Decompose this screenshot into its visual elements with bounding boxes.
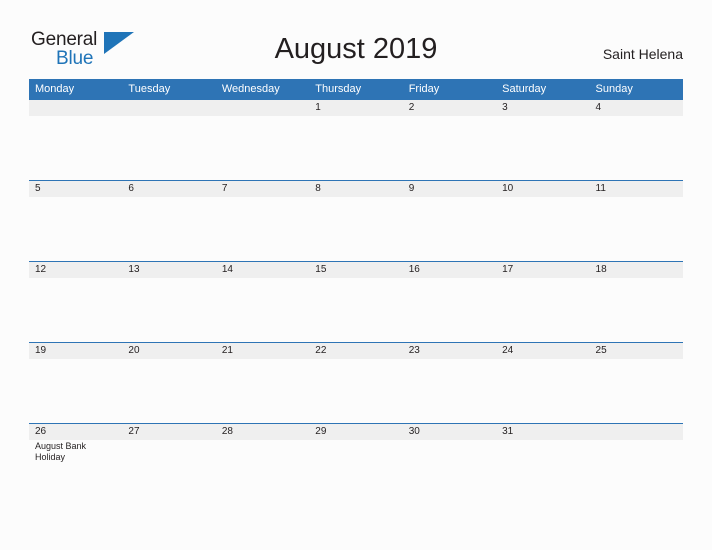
- day-number[interactable]: [122, 100, 215, 116]
- day-number[interactable]: 17: [496, 262, 589, 278]
- day-event: [496, 116, 589, 180]
- day-number[interactable]: 31: [496, 424, 589, 440]
- day-event: [309, 359, 402, 423]
- day-event: [216, 116, 309, 180]
- day-event: [122, 116, 215, 180]
- day-event: [590, 116, 683, 180]
- week-row: 5 6 7 8 9 10 11: [29, 180, 683, 261]
- day-number[interactable]: 23: [403, 343, 496, 359]
- week-date-band: 19 20 21 22 23 24 25: [29, 343, 683, 359]
- week-row: 12 13 14 15 16 17 18: [29, 261, 683, 342]
- day-event: [309, 116, 402, 180]
- day-event: [496, 359, 589, 423]
- week-date-band: 12 13 14 15 16 17 18: [29, 262, 683, 278]
- day-event: [216, 278, 309, 342]
- day-number[interactable]: 18: [590, 262, 683, 278]
- day-event: [122, 359, 215, 423]
- day-number[interactable]: 19: [29, 343, 122, 359]
- weekday-header-wednesday: Wednesday: [221, 83, 280, 95]
- week-date-band: 1 2 3 4: [29, 100, 683, 116]
- day-number[interactable]: 25: [590, 343, 683, 359]
- day-event: August Bank Holiday: [35, 441, 87, 462]
- day-number[interactable]: 12: [29, 262, 122, 278]
- day-number[interactable]: [590, 424, 683, 440]
- week-event-layer: [29, 278, 683, 342]
- week-event-layer: [29, 116, 683, 180]
- day-number[interactable]: 10: [496, 181, 589, 197]
- day-event: [496, 197, 589, 261]
- day-event: [122, 440, 215, 504]
- day-number[interactable]: 27: [122, 424, 215, 440]
- week-date-band: 5 6 7 8 9 10 11: [29, 181, 683, 197]
- week-row: 1 2 3 4: [29, 99, 683, 180]
- day-number[interactable]: 28: [216, 424, 309, 440]
- day-number[interactable]: [29, 100, 122, 116]
- day-event: [29, 197, 122, 261]
- day-number[interactable]: 15: [309, 262, 402, 278]
- day-number[interactable]: 29: [309, 424, 402, 440]
- day-number[interactable]: 13: [122, 262, 215, 278]
- day-number[interactable]: 26: [29, 424, 122, 440]
- week-event-layer: August Bank Holiday: [29, 440, 683, 504]
- day-event: [216, 197, 309, 261]
- day-event: [216, 359, 309, 423]
- day-event: [403, 116, 496, 180]
- day-event: [309, 278, 402, 342]
- weekday-header-row: Monday Tuesday Wednesday Thursday Friday…: [29, 79, 683, 99]
- day-event: [216, 440, 309, 504]
- day-event: [590, 359, 683, 423]
- locale-label: Saint Helena: [602, 46, 683, 62]
- day-event: [590, 197, 683, 261]
- calendar-grid: Monday Tuesday Wednesday Thursday Friday…: [29, 79, 683, 504]
- weekday-header-sunday: Sunday: [595, 83, 633, 95]
- day-event: [590, 278, 683, 342]
- day-number[interactable]: 30: [403, 424, 496, 440]
- weekday-header-saturday: Saturday: [502, 83, 547, 95]
- day-number[interactable]: [216, 100, 309, 116]
- day-number[interactable]: 1: [309, 100, 402, 116]
- day-event: [29, 359, 122, 423]
- day-event: [403, 278, 496, 342]
- day-event: [496, 278, 589, 342]
- day-number[interactable]: 20: [122, 343, 215, 359]
- week-event-layer: [29, 197, 683, 261]
- weekday-header-monday: Monday: [35, 83, 75, 95]
- day-event: [29, 278, 122, 342]
- week-row: 26 27 28 29 30 31 August Bank Holiday: [29, 423, 683, 504]
- day-number[interactable]: 7: [216, 181, 309, 197]
- day-event: [496, 440, 589, 504]
- weekday-header-friday: Friday: [408, 83, 440, 95]
- weekday-header-tuesday: Tuesday: [128, 83, 171, 95]
- day-number[interactable]: 3: [496, 100, 589, 116]
- day-event: [403, 440, 496, 504]
- day-event: [309, 197, 402, 261]
- day-number[interactable]: 2: [403, 100, 496, 116]
- day-event: [403, 197, 496, 261]
- day-event: [122, 278, 215, 342]
- day-number[interactable]: 24: [496, 343, 589, 359]
- weekday-header-thursday: Thursday: [315, 83, 362, 95]
- week-date-band: 26 27 28 29 30 31: [29, 424, 683, 440]
- day-number[interactable]: 16: [403, 262, 496, 278]
- day-number[interactable]: 5: [29, 181, 122, 197]
- day-number[interactable]: 21: [216, 343, 309, 359]
- day-event: [29, 116, 122, 180]
- day-number[interactable]: 4: [590, 100, 683, 116]
- calendar-page: General Blue August 2019 Saint Helena Mo…: [0, 0, 712, 550]
- day-event: [403, 359, 496, 423]
- day-number[interactable]: 14: [216, 262, 309, 278]
- day-number[interactable]: 8: [309, 181, 402, 197]
- day-event: [122, 197, 215, 261]
- day-number[interactable]: 22: [309, 343, 402, 359]
- week-event-layer: [29, 359, 683, 423]
- page-header: General Blue August 2019 Saint Helena: [0, 0, 712, 79]
- day-event: [590, 440, 683, 504]
- day-number[interactable]: 6: [122, 181, 215, 197]
- day-event: [309, 440, 402, 504]
- day-number[interactable]: 9: [403, 181, 496, 197]
- week-row: 19 20 21 22 23 24 25: [29, 342, 683, 423]
- day-number[interactable]: 11: [590, 181, 683, 197]
